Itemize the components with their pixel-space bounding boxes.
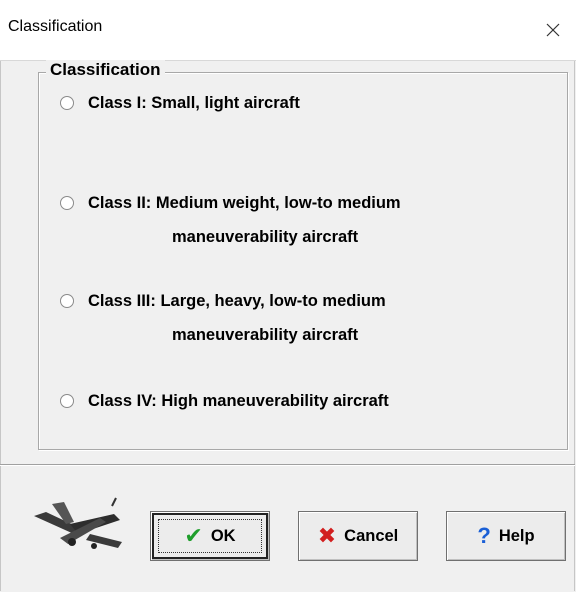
x-icon: ✖ [317,523,337,548]
radio-button[interactable] [60,294,74,308]
help-button-label: Help [498,526,535,545]
groupbox-title: Classification [46,60,165,80]
radio-class-4[interactable]: Class IV: High maneuverability aircraft [60,384,389,418]
radio-button[interactable] [60,96,74,110]
question-icon: ? [477,523,491,548]
radio-label: Class I: Small, light aircraft [88,94,300,112]
title-bar: Classification [0,0,576,61]
airplane-icon [34,497,122,549]
radio-class-3[interactable]: Class III: Large, heavy, low-to medium m… [60,284,386,352]
focus-rectangle [158,519,262,553]
radio-class-1[interactable]: Class I: Small, light aircraft [60,86,300,120]
help-button[interactable]: ? Help [446,511,566,561]
radio-label: Class III: Large, heavy, low-to medium m… [88,292,386,344]
separator-line [0,464,575,466]
radio-button[interactable] [60,196,74,210]
close-button[interactable] [530,0,576,60]
radio-class-2[interactable]: Class II: Medium weight, low-to medium m… [60,186,401,254]
ok-button[interactable]: ✔ OK [150,511,270,561]
radio-label: Class IV: High maneuverability aircraft [88,392,389,410]
cancel-button[interactable]: ✖ Cancel [298,511,418,561]
close-icon [546,23,560,37]
radio-label: Class II: Medium weight, low-to medium m… [88,194,401,246]
radio-button[interactable] [60,394,74,408]
window-title: Classification [8,18,103,35]
cancel-button-label: Cancel [344,526,399,545]
